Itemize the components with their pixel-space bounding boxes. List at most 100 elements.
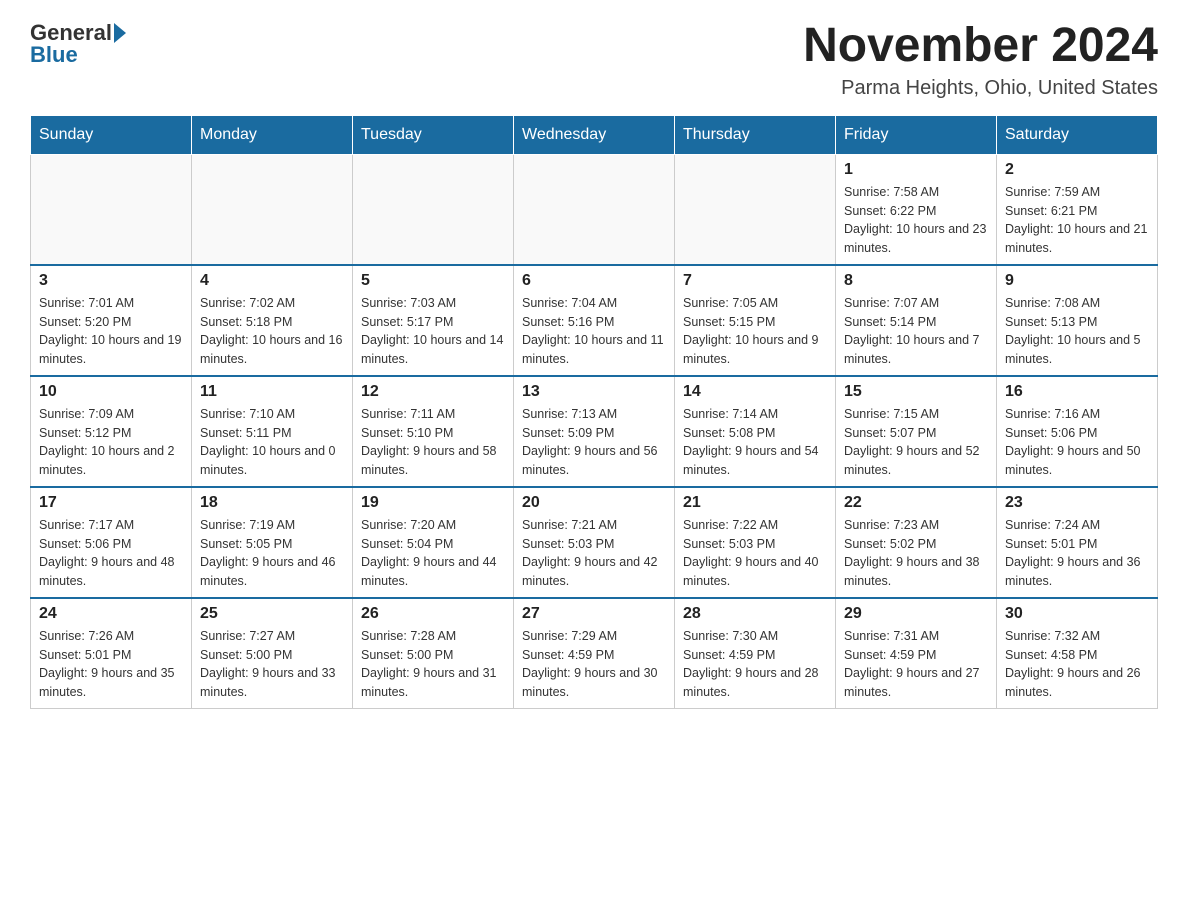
day-info: Sunrise: 7:07 AMSunset: 5:14 PMDaylight:…	[844, 294, 988, 369]
day-info: Sunrise: 7:17 AMSunset: 5:06 PMDaylight:…	[39, 516, 183, 591]
day-info: Sunrise: 7:59 AMSunset: 6:21 PMDaylight:…	[1005, 183, 1149, 258]
day-info: Sunrise: 7:23 AMSunset: 5:02 PMDaylight:…	[844, 516, 988, 591]
calendar-cell	[31, 154, 192, 265]
calendar-cell	[192, 154, 353, 265]
day-number: 26	[361, 605, 505, 623]
calendar-cell: 11 Sunrise: 7:10 AMSunset: 5:11 PMDayligh…	[192, 376, 353, 487]
calendar-header-monday: Monday	[192, 115, 353, 154]
calendar-header-thursday: Thursday	[675, 115, 836, 154]
calendar-cell: 9 Sunrise: 7:08 AMSunset: 5:13 PMDaylight…	[997, 265, 1158, 376]
calendar-cell: 14Sunrise: 7:14 AMSunset: 5:08 PMDayligh…	[675, 376, 836, 487]
calendar-header-sunday: Sunday	[31, 115, 192, 154]
calendar-cell: 29Sunrise: 7:31 AMSunset: 4:59 PMDayligh…	[836, 598, 997, 709]
day-number: 8	[844, 272, 988, 290]
calendar-week-row-2: 3 Sunrise: 7:01 AMSunset: 5:20 PMDaylight…	[31, 265, 1158, 376]
day-info: Sunrise: 7:26 AMSunset: 5:01 PMDaylight:…	[39, 627, 183, 702]
day-info: Sunrise: 7:58 AMSunset: 6:22 PMDaylight:…	[844, 183, 988, 258]
day-info: Sunrise: 7:28 AMSunset: 5:00 PMDaylight:…	[361, 627, 505, 702]
day-info: Sunrise: 7:03 AMSunset: 5:17 PMDaylight:…	[361, 294, 505, 369]
calendar-header-tuesday: Tuesday	[353, 115, 514, 154]
day-info: Sunrise: 7:21 AMSunset: 5:03 PMDaylight:…	[522, 516, 666, 591]
day-info: Sunrise: 7:08 AMSunset: 5:13 PMDaylight:…	[1005, 294, 1149, 369]
day-number: 7	[683, 272, 827, 290]
day-number: 2	[1005, 161, 1149, 179]
day-number: 13	[522, 383, 666, 401]
page-title: November 2024	[803, 20, 1158, 73]
calendar-week-row-3: 10 Sunrise: 7:09 AMSunset: 5:12 PMDayligh…	[31, 376, 1158, 487]
day-info: Sunrise: 7:09 AMSunset: 5:12 PMDaylight:…	[39, 405, 183, 480]
day-number: 14	[683, 383, 827, 401]
calendar-cell: 7 Sunrise: 7:05 AMSunset: 5:15 PMDaylight…	[675, 265, 836, 376]
calendar-header-friday: Friday	[836, 115, 997, 154]
day-info: Sunrise: 7:15 AMSunset: 5:07 PMDaylight:…	[844, 405, 988, 480]
calendar-header-wednesday: Wednesday	[514, 115, 675, 154]
logo-triangle-icon	[114, 23, 126, 43]
calendar-cell: 3 Sunrise: 7:01 AMSunset: 5:20 PMDaylight…	[31, 265, 192, 376]
day-number: 25	[200, 605, 344, 623]
calendar-cell: 21 Sunrise: 7:22 AMSunset: 5:03 PMDayligh…	[675, 487, 836, 598]
day-number: 12	[361, 383, 505, 401]
day-info: Sunrise: 7:30 AMSunset: 4:59 PMDaylight:…	[683, 627, 827, 702]
calendar-table: SundayMondayTuesdayWednesdayThursdayFrid…	[30, 115, 1158, 709]
calendar-cell: 4 Sunrise: 7:02 AMSunset: 5:18 PMDaylight…	[192, 265, 353, 376]
day-number: 1	[844, 161, 988, 179]
day-number: 16	[1005, 383, 1149, 401]
page-header: General Blue November 2024 Parma Heights…	[30, 20, 1158, 100]
day-info: Sunrise: 7:13 AMSunset: 5:09 PMDaylight:…	[522, 405, 666, 480]
calendar-cell: 1 Sunrise: 7:58 AMSunset: 6:22 PMDaylight…	[836, 154, 997, 265]
day-number: 17	[39, 494, 183, 512]
day-info: Sunrise: 7:10 AMSunset: 5:11 PMDaylight:…	[200, 405, 344, 480]
subtitle: Parma Heights, Ohio, United States	[803, 77, 1158, 100]
calendar-week-row-4: 17 Sunrise: 7:17 AMSunset: 5:06 PMDayligh…	[31, 487, 1158, 598]
day-number: 20	[522, 494, 666, 512]
day-info: Sunrise: 7:01 AMSunset: 5:20 PMDaylight:…	[39, 294, 183, 369]
day-info: Sunrise: 7:20 AMSunset: 5:04 PMDaylight:…	[361, 516, 505, 591]
day-info: Sunrise: 7:19 AMSunset: 5:05 PMDaylight:…	[200, 516, 344, 591]
day-number: 4	[200, 272, 344, 290]
day-number: 5	[361, 272, 505, 290]
day-number: 22	[844, 494, 988, 512]
calendar-cell: 13 Sunrise: 7:13 AMSunset: 5:09 PMDayligh…	[514, 376, 675, 487]
calendar-cell: 19Sunrise: 7:20 AMSunset: 5:04 PMDayligh…	[353, 487, 514, 598]
calendar-cell: 18 Sunrise: 7:19 AMSunset: 5:05 PMDayligh…	[192, 487, 353, 598]
day-info: Sunrise: 7:22 AMSunset: 5:03 PMDaylight:…	[683, 516, 827, 591]
day-info: Sunrise: 7:24 AMSunset: 5:01 PMDaylight:…	[1005, 516, 1149, 591]
day-info: Sunrise: 7:31 AMSunset: 4:59 PMDaylight:…	[844, 627, 988, 702]
day-number: 11	[200, 383, 344, 401]
calendar-week-row-1: 1 Sunrise: 7:58 AMSunset: 6:22 PMDaylight…	[31, 154, 1158, 265]
calendar-cell: 6 Sunrise: 7:04 AMSunset: 5:16 PMDaylight…	[514, 265, 675, 376]
day-number: 23	[1005, 494, 1149, 512]
calendar-header-row: SundayMondayTuesdayWednesdayThursdayFrid…	[31, 115, 1158, 154]
day-number: 21	[683, 494, 827, 512]
day-number: 10	[39, 383, 183, 401]
calendar-cell	[675, 154, 836, 265]
day-number: 6	[522, 272, 666, 290]
day-info: Sunrise: 7:27 AMSunset: 5:00 PMDaylight:…	[200, 627, 344, 702]
day-info: Sunrise: 7:29 AMSunset: 4:59 PMDaylight:…	[522, 627, 666, 702]
calendar-cell: 20 Sunrise: 7:21 AMSunset: 5:03 PMDayligh…	[514, 487, 675, 598]
day-number: 18	[200, 494, 344, 512]
calendar-cell: 23 Sunrise: 7:24 AMSunset: 5:01 PMDayligh…	[997, 487, 1158, 598]
calendar-cell: 27Sunrise: 7:29 AMSunset: 4:59 PMDayligh…	[514, 598, 675, 709]
calendar-cell: 10 Sunrise: 7:09 AMSunset: 5:12 PMDayligh…	[31, 376, 192, 487]
calendar-header-saturday: Saturday	[997, 115, 1158, 154]
day-number: 3	[39, 272, 183, 290]
calendar-cell: 17 Sunrise: 7:17 AMSunset: 5:06 PMDayligh…	[31, 487, 192, 598]
calendar-cell: 22 Sunrise: 7:23 AMSunset: 5:02 PMDayligh…	[836, 487, 997, 598]
day-info: Sunrise: 7:16 AMSunset: 5:06 PMDaylight:…	[1005, 405, 1149, 480]
calendar-cell: 25 Sunrise: 7:27 AMSunset: 5:00 PMDayligh…	[192, 598, 353, 709]
title-block: November 2024 Parma Heights, Ohio, Unite…	[803, 20, 1158, 100]
calendar-cell: 15Sunrise: 7:15 AMSunset: 5:07 PMDayligh…	[836, 376, 997, 487]
day-number: 24	[39, 605, 183, 623]
day-number: 30	[1005, 605, 1149, 623]
calendar-cell: 26 Sunrise: 7:28 AMSunset: 5:00 PMDayligh…	[353, 598, 514, 709]
calendar-cell: 30Sunrise: 7:32 AMSunset: 4:58 PMDayligh…	[997, 598, 1158, 709]
calendar-cell: 2 Sunrise: 7:59 AMSunset: 6:21 PMDaylight…	[997, 154, 1158, 265]
day-number: 9	[1005, 272, 1149, 290]
day-number: 28	[683, 605, 827, 623]
calendar-cell: 5 Sunrise: 7:03 AMSunset: 5:17 PMDaylight…	[353, 265, 514, 376]
day-info: Sunrise: 7:05 AMSunset: 5:15 PMDaylight:…	[683, 294, 827, 369]
calendar-cell	[353, 154, 514, 265]
day-info: Sunrise: 7:04 AMSunset: 5:16 PMDaylight:…	[522, 294, 666, 369]
day-info: Sunrise: 7:02 AMSunset: 5:18 PMDaylight:…	[200, 294, 344, 369]
